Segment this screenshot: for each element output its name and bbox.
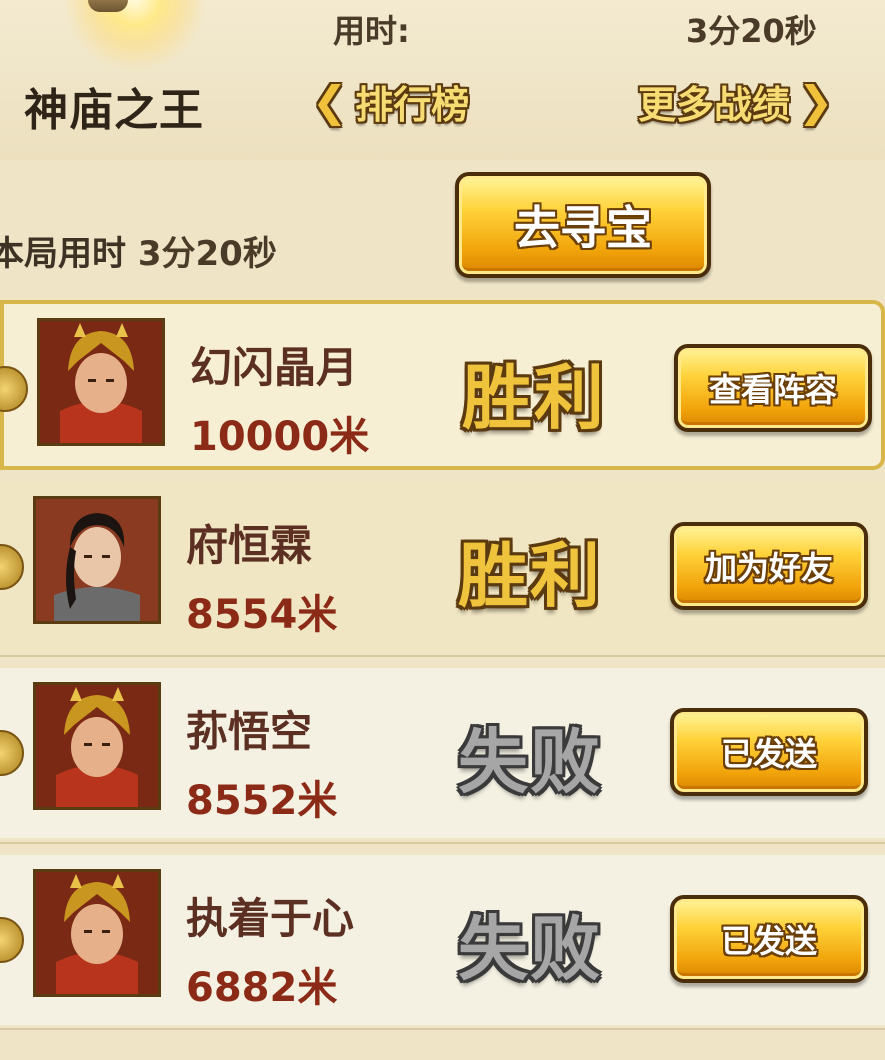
divider <box>0 842 885 844</box>
chevron-left-icon: ❮ <box>312 77 348 126</box>
glow-effect <box>60 0 210 70</box>
avatar[interactable] <box>33 682 161 810</box>
player-row: 执着于心 6882米 失败 已发送 <box>0 855 885 1025</box>
result-victory: 胜利 <box>462 357 606 439</box>
medal-icon <box>0 730 24 776</box>
avatar[interactable] <box>33 496 161 624</box>
add-friend-button[interactable]: 加为好友 <box>670 522 868 610</box>
time-label: 用时: <box>333 12 410 50</box>
player-distance: 8552米 <box>186 778 338 824</box>
result-defeat: 失败 <box>458 908 602 990</box>
round-time-value: 3分20秒 <box>137 234 277 274</box>
player-row: 荪悟空 8552米 失败 已发送 <box>0 668 885 838</box>
result-defeat: 失败 <box>458 721 602 803</box>
player-distance: 8554米 <box>186 592 338 638</box>
tab-more-records-label: 更多战绩 <box>638 83 791 127</box>
tab-leaderboard-label: 排行榜 <box>355 83 470 127</box>
sent-button[interactable]: 已发送 <box>670 708 868 796</box>
player-distance: 6882米 <box>186 965 338 1011</box>
medal-icon <box>0 917 24 963</box>
tab-leaderboard[interactable]: ❮ 排行榜 <box>312 74 469 129</box>
medal-icon <box>0 544 24 590</box>
round-time: 本局用时 3分20秒 <box>0 226 277 275</box>
player-name: 幻闪晶月 <box>190 343 359 392</box>
medal-icon <box>0 366 28 412</box>
treasure-button[interactable]: 去寻宝 <box>455 172 711 278</box>
emblem-icon <box>88 0 128 12</box>
tab-more-records[interactable]: 更多战绩 ❯ <box>638 74 833 129</box>
page-title: 神庙之王 <box>24 85 204 136</box>
avatar[interactable] <box>37 318 165 446</box>
player-name: 执着于心 <box>186 894 355 943</box>
player-name: 府恒霖 <box>186 521 313 570</box>
player-row: 府恒霖 8554米 胜利 加为好友 <box>0 482 885 652</box>
divider <box>0 1028 885 1030</box>
avatar[interactable] <box>33 869 161 997</box>
player-row: 幻闪晶月 10000米 胜利 查看阵容 <box>0 300 885 470</box>
view-lineup-button[interactable]: 查看阵容 <box>674 344 872 432</box>
sent-button[interactable]: 已发送 <box>670 895 868 983</box>
player-name: 荪悟空 <box>186 707 313 756</box>
divider <box>0 655 885 657</box>
time-value: 3分20秒 <box>686 12 817 50</box>
result-victory: 胜利 <box>458 535 602 617</box>
round-time-label: 本局用时 <box>0 234 126 274</box>
player-distance: 10000米 <box>190 414 370 460</box>
chevron-right-icon: ❯ <box>798 77 834 126</box>
